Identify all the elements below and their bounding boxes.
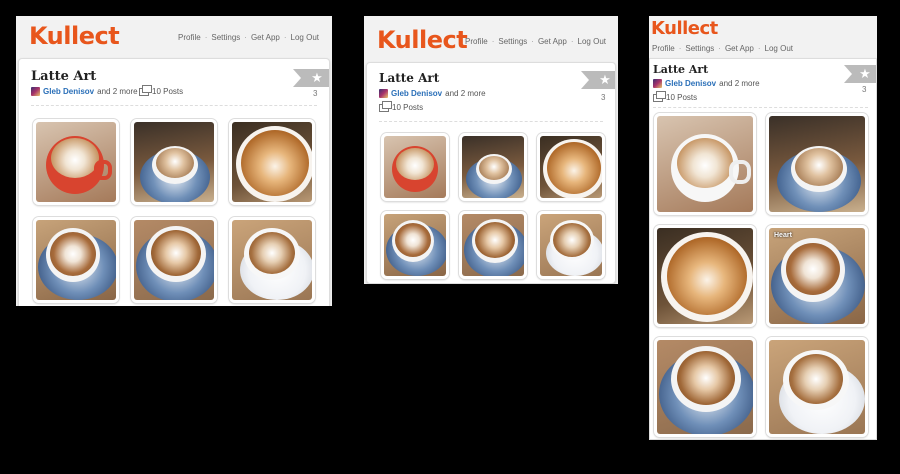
nav-separator: · (757, 44, 761, 53)
nav-separator: · (283, 33, 287, 42)
photo-tile[interactable] (537, 211, 605, 279)
nav-settings[interactable]: Settings (211, 33, 240, 42)
posts-count: 10 Posts (653, 90, 698, 102)
nav-get-app[interactable]: Get App (538, 37, 567, 46)
nav-get-app[interactable]: Get App (725, 44, 754, 53)
favorite-ribbon[interactable]: ★ (581, 71, 615, 89)
star-icon: ★ (859, 66, 871, 81)
top-nav: Profile · Settings · Get App · Log Out (652, 44, 793, 53)
photo-tile[interactable] (33, 119, 119, 205)
star-icon: ★ (599, 72, 611, 87)
posts-label: 10 Posts (392, 103, 424, 112)
byline: Gleb Denisov and 2 more (653, 79, 760, 88)
nav-separator: · (491, 37, 495, 46)
photo-tile[interactable] (537, 133, 605, 201)
collection-title: Latte Art (653, 63, 709, 76)
nav-profile[interactable]: Profile (178, 33, 201, 42)
favorite-count: 3 (601, 93, 606, 102)
nav-profile[interactable]: Profile (465, 37, 488, 46)
kullect-logo[interactable]: Kullect (651, 18, 718, 39)
top-nav: Profile · Settings · Get App · Log Out (178, 33, 319, 42)
photo-tile[interactable] (229, 119, 315, 205)
divider (653, 107, 868, 108)
photo-tile[interactable] (766, 113, 868, 215)
favorite-count: 3 (313, 89, 318, 98)
photo-tile[interactable] (33, 217, 119, 303)
nav-settings[interactable]: Settings (685, 44, 714, 53)
favorite-count: 3 (862, 85, 867, 94)
screenshot-1: Kullect Profile · Settings · Get App · Log Out… (16, 16, 332, 306)
photo-caption: Heart (774, 232, 792, 239)
posts-icon (139, 84, 152, 96)
favorite-ribbon[interactable]: ★ (293, 69, 329, 87)
nav-separator: · (678, 44, 682, 53)
kullect-logo[interactable]: Kullect (377, 26, 468, 54)
star-icon: ★ (311, 70, 323, 85)
byline: Gleb Denisov and 2 more (31, 87, 138, 96)
nav-log-out[interactable]: Log Out (765, 44, 793, 53)
posts-icon (379, 100, 392, 112)
photo-tile[interactable] (131, 217, 217, 303)
byline: Gleb Denisov and 2 more (379, 89, 486, 98)
nav-settings[interactable]: Settings (498, 37, 527, 46)
collaborators-text: and 2 more (719, 79, 760, 88)
nav-get-app[interactable]: Get App (251, 33, 280, 42)
photo-tile[interactable] (381, 211, 449, 279)
author-link[interactable]: Gleb Denisov (43, 87, 94, 96)
nav-log-out[interactable]: Log Out (578, 37, 606, 46)
collection-title: Latte Art (31, 69, 97, 84)
screenshot-3: Kullect Profile · Settings · Get App · Log Out… (649, 16, 877, 440)
photo-tile[interactable] (654, 113, 756, 215)
photo-tile[interactable] (459, 211, 527, 279)
photo-tile[interactable] (459, 133, 527, 201)
nav-separator: · (244, 33, 247, 42)
nav-separator: · (204, 33, 208, 42)
posts-count: 10 Posts (379, 100, 424, 112)
collaborators-text: and 2 more (97, 87, 138, 96)
photo-tile[interactable] (381, 133, 449, 201)
divider (31, 105, 317, 106)
nav-log-out[interactable]: Log Out (291, 33, 319, 42)
photo-tile[interactable] (229, 217, 315, 303)
collection-title: Latte Art (379, 71, 440, 85)
avatar[interactable] (379, 89, 388, 98)
author-link[interactable]: Gleb Denisov (391, 89, 442, 98)
nav-profile[interactable]: Profile (652, 44, 675, 53)
photo-tile[interactable]: Heart (766, 225, 868, 327)
posts-label: 10 Posts (152, 87, 184, 96)
avatar[interactable] (653, 79, 662, 88)
screenshot-2: Kullect Profile · Settings · Get App · Log Out… (364, 16, 618, 284)
divider (379, 121, 603, 122)
collection-card: Latte Art Gleb Denisov and 2 more 10 Pos… (366, 62, 616, 284)
favorite-ribbon[interactable]: ★ (844, 65, 876, 83)
photo-tile[interactable] (654, 337, 756, 437)
nav-separator: · (570, 37, 574, 46)
nav-separator: · (718, 44, 721, 53)
posts-count: 10 Posts (139, 84, 184, 96)
collection-card: Latte Art Gleb Denisov and 2 more 10 Pos… (18, 58, 330, 306)
photo-tile[interactable] (766, 337, 868, 437)
collection-card: Latte Art Gleb Denisov and 2 more 10 Pos… (649, 58, 877, 440)
posts-label: 10 Posts (666, 93, 698, 102)
posts-icon (653, 90, 666, 102)
top-nav: Profile · Settings · Get App · Log Out (465, 37, 606, 46)
photo-tile[interactable] (654, 225, 756, 327)
photo-tile[interactable] (131, 119, 217, 205)
avatar[interactable] (31, 87, 40, 96)
nav-separator: · (531, 37, 534, 46)
collaborators-text: and 2 more (445, 89, 486, 98)
author-link[interactable]: Gleb Denisov (665, 79, 716, 88)
kullect-logo[interactable]: Kullect (29, 22, 120, 50)
